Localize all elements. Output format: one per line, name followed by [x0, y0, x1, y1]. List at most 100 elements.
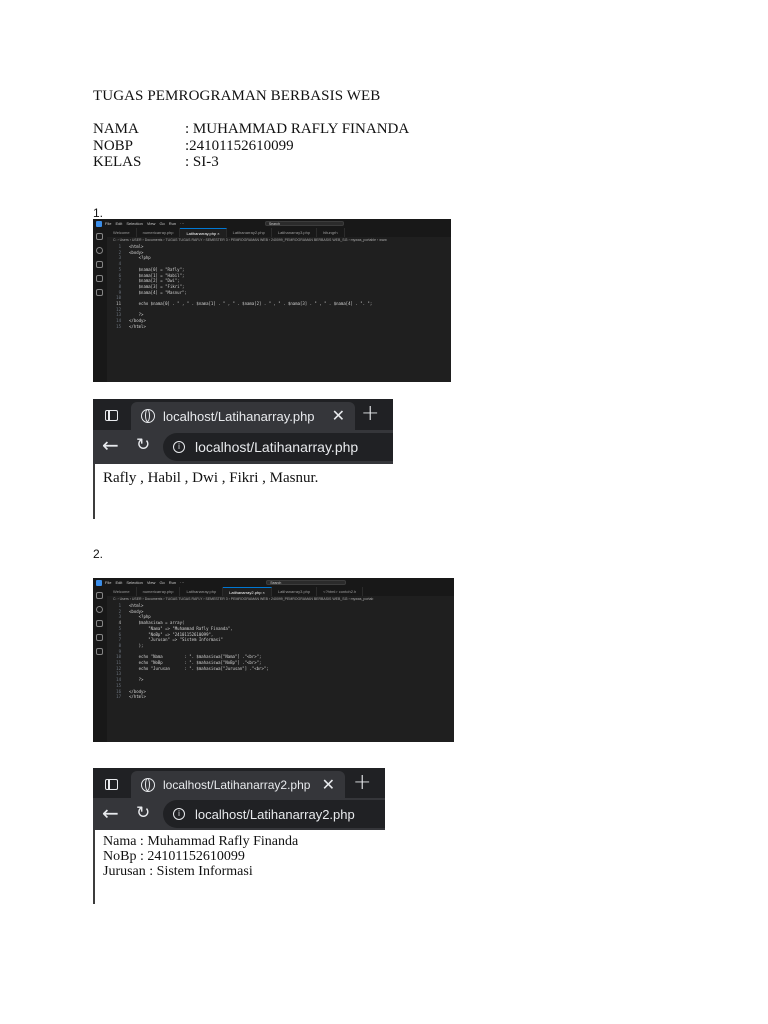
- section-number: 1.: [93, 206, 104, 220]
- line-text: ?>: [129, 677, 144, 683]
- search-icon: [96, 606, 103, 613]
- line-text: echo "Jurusan : ". $mahasiswa["Jurusan"]…: [129, 665, 269, 671]
- browser-screenshot: localhost/Latihanarray2.php ✕ + ← ↻ i lo…: [93, 768, 385, 904]
- source-control-icon: [96, 261, 103, 268]
- editor-tab: Latihanarray3.php: [272, 587, 318, 596]
- menu-item: Run: [168, 580, 177, 585]
- extensions-icon: [96, 648, 103, 655]
- menu-item: Go: [159, 580, 165, 585]
- menu-item: Run: [168, 221, 177, 226]
- browser-tab: localhost/Latihanarray.php ✕: [131, 402, 355, 430]
- name-label: NAMA: [93, 121, 139, 137]
- address-bar: i localhost/Latihanarray2.php: [163, 800, 385, 828]
- editor-tabs: Welcome numericarray.php Latihanarray.php …: [107, 228, 451, 237]
- editor-search-box: Search: [264, 221, 344, 226]
- breadcrumb: C: › Users › USER › Documents › TUGAS TU…: [113, 597, 374, 601]
- editor-tab: Latihanarray2.php ×: [223, 587, 272, 596]
- new-tab-icon: +: [361, 401, 380, 426]
- code-line: 17 </html>: [107, 694, 454, 700]
- editor-tab: Latihanarray3.php: [272, 228, 318, 237]
- editor-tab: numericarray.php: [137, 228, 181, 237]
- globe-icon: [141, 778, 155, 792]
- explorer-icon: [96, 592, 103, 599]
- browser-toolbar: ← ↻ i localhost/Latihanarray.php: [93, 430, 393, 464]
- editor-search-box: Search: [266, 580, 346, 585]
- line-text: echo $nama[0] . " , " . $nama[1] . " , "…: [129, 301, 373, 307]
- explorer-icon: [96, 233, 103, 240]
- info-icon: i: [173, 808, 185, 820]
- code-editor-screenshot: File Edit Selection View Go Run ··· Search Wel…: [93, 578, 454, 742]
- new-tab-icon: +: [353, 770, 372, 795]
- code-editor-screenshot: File Edit Selection View Go Run ··· Search Wel…: [93, 219, 451, 382]
- line-text: <?php: [129, 255, 151, 261]
- browser-tab: localhost/Latihanarray2.php ✕: [131, 771, 345, 799]
- browser-page: Rafly , Habil , Dwi , Fikri , Masnur.: [93, 464, 393, 519]
- editor-tab: hitungrh: [317, 228, 345, 237]
- vscode-logo-icon: [96, 220, 102, 227]
- editor-menu: File Edit Selection View Go Run ···: [105, 221, 188, 226]
- menu-item: File: [105, 580, 112, 585]
- nobp-value: :24101152610099: [185, 138, 294, 154]
- address-bar: i localhost/Latihanarray.php: [163, 433, 393, 461]
- menu-item: File: [105, 221, 112, 226]
- editor-titlebar: File Edit Selection View Go Run ··· Search: [93, 219, 451, 228]
- browser-tab-title: localhost/Latihanarray.php: [163, 408, 315, 424]
- menu-item: Selection: [126, 580, 143, 585]
- back-arrow-icon: ←: [102, 433, 119, 457]
- menu-item: View: [146, 580, 156, 585]
- editor-tab: numericarray.php: [137, 587, 181, 596]
- menu-item: Edit: [115, 221, 123, 226]
- browser-tabbar: localhost/Latihanarray.php ✕ +: [93, 399, 393, 430]
- breadcrumb: C: › Users › USER › Documents › TUGAS TU…: [113, 238, 387, 242]
- address-url: localhost/Latihanarray.php: [195, 439, 359, 455]
- editor-titlebar: File Edit Selection View Go Run ··· Search: [93, 578, 454, 587]
- close-icon: ✕: [331, 406, 345, 425]
- address-url: localhost/Latihanarray2.php: [195, 806, 355, 822]
- reload-icon: ↻: [136, 803, 151, 823]
- menu-item: ···: [180, 221, 185, 226]
- menu-item: Selection: [126, 221, 143, 226]
- line-number: 17: [116, 694, 121, 700]
- editor-tabs: Welcome numericarray.php Latihanarray.php L…: [107, 587, 454, 596]
- section-number: 2.: [93, 547, 104, 561]
- line-number: 15: [116, 323, 121, 329]
- info-icon: i: [173, 441, 185, 453]
- editor-tab: Latihanarray2.php: [227, 228, 272, 237]
- line-text: </html>: [129, 694, 146, 700]
- code-area: 1 <html> 2 <body> 3 <?php 4 5 $nama[0] = "Rafl…: [107, 244, 451, 382]
- menu-item: ···: [180, 580, 185, 585]
- page-output: Rafly , Habil , Dwi , Fikri , Masnur.: [103, 470, 319, 486]
- line-text: );: [129, 642, 144, 648]
- extensions-icon: [96, 289, 103, 296]
- source-control-icon: [96, 620, 103, 627]
- code-area: 1 <html> 2 <body> 3 <?php 4 $mahasiswa = arra…: [107, 603, 454, 742]
- menu-item: View: [146, 221, 156, 226]
- search-icon: [96, 247, 103, 254]
- run-debug-icon: [96, 634, 103, 641]
- activity-bar: [93, 228, 107, 382]
- name-value: : MUHAMMAD RAFLY FINANDA: [185, 121, 410, 137]
- editor-tab: Latihanarray.php: [180, 587, 224, 596]
- reload-icon: ↻: [136, 435, 151, 455]
- document-title: TUGAS PEMROGRAMAN BERBASIS WEB: [93, 88, 381, 104]
- nobp-label: NOBP: [93, 138, 134, 154]
- tab-actions-icon: [105, 779, 118, 790]
- editor-tab: Welcome: [107, 228, 137, 237]
- close-icon: ✕: [321, 775, 335, 794]
- browser-toolbar: ← ↻ i localhost/Latihanarray2.php: [93, 798, 385, 830]
- activity-bar: [93, 587, 107, 742]
- page-output: Nama : Muhammad Rafly Finanda NoBp : 241…: [103, 834, 299, 879]
- menu-item: Edit: [115, 580, 123, 585]
- vscode-logo-icon: [96, 579, 102, 586]
- back-arrow-icon: ←: [102, 801, 119, 825]
- browser-screenshot: localhost/Latihanarray.php ✕ + ← ↻ i loc…: [93, 399, 393, 519]
- editor-tab: <?html> contoh2.h: [317, 587, 364, 596]
- class-value: : SI-3: [185, 154, 219, 170]
- menu-item: Go: [159, 221, 165, 226]
- browser-tab-title: localhost/Latihanarray2.php: [163, 778, 311, 792]
- browser-page: Nama : Muhammad Rafly Finanda NoBp : 241…: [93, 830, 385, 904]
- editor-tab: Welcome: [107, 587, 137, 596]
- code-line: 15 </html>: [107, 324, 451, 330]
- globe-icon: [141, 409, 155, 423]
- editor-menu: File Edit Selection View Go Run ···: [105, 580, 188, 585]
